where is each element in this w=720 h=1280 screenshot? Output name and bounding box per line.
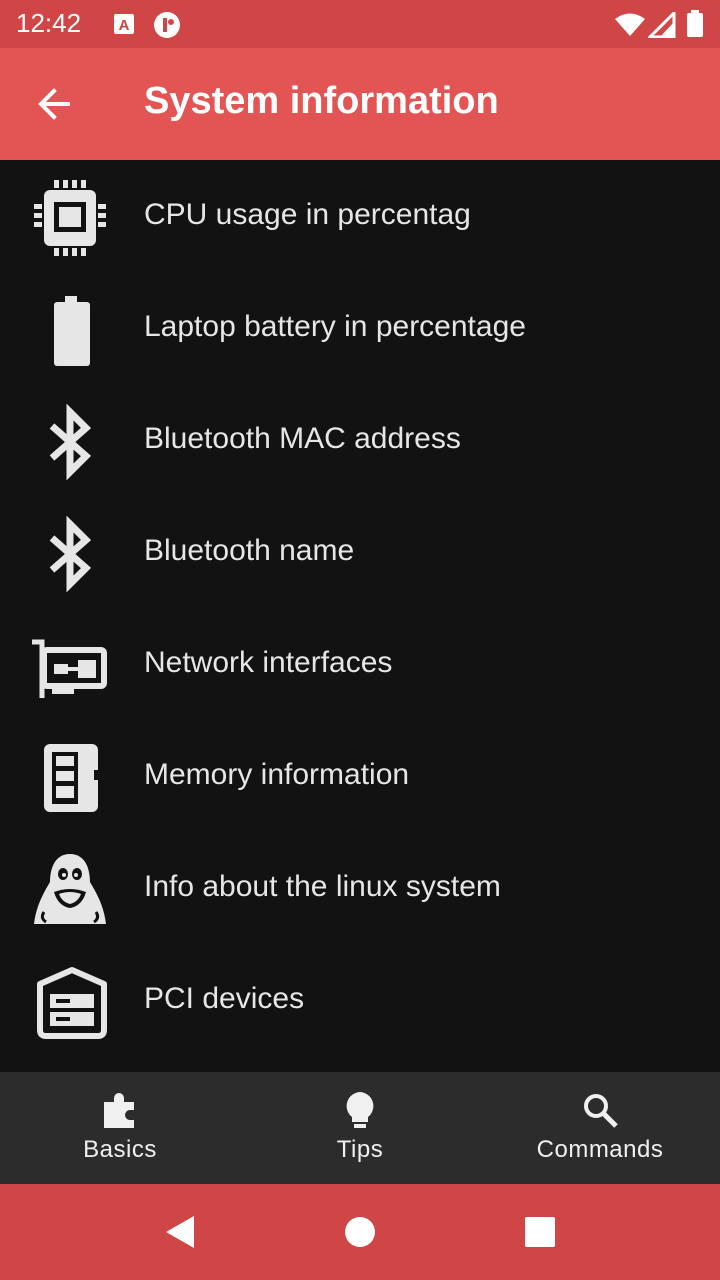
list-item-label: Bluetooth name: [144, 534, 355, 567]
puzzle-icon: [100, 1090, 140, 1130]
tab-tips[interactable]: Tips: [240, 1072, 480, 1184]
lightbulb-icon: [340, 1090, 380, 1130]
signal-icon: [646, 9, 676, 43]
list-item-label: Memory information: [144, 758, 410, 791]
recents-square-icon[interactable]: [520, 1212, 560, 1252]
app-bar: System information: [0, 48, 720, 160]
list-item-label: CPU usage in percentag: [144, 198, 471, 231]
list-item-label: Info about the linux system: [144, 870, 501, 903]
svg-text:A: A: [119, 17, 130, 34]
status-time: 12:42: [16, 8, 82, 38]
bottom-navigation: Basics Tips Commands: [0, 1072, 720, 1184]
list-item-label: Bluetooth MAC address: [144, 422, 461, 455]
status-bar: 12:42 A: [0, 0, 720, 48]
list-item-laptop-battery[interactable]: Laptop battery in percentage: [0, 272, 720, 384]
battery-icon: [686, 10, 704, 43]
bluetooth-icon: [30, 515, 110, 593]
list-item-bluetooth-mac[interactable]: Bluetooth MAC address: [0, 384, 720, 496]
wifi-icon: [614, 12, 646, 43]
battery-icon: [30, 292, 110, 368]
list-item-bluetooth-name[interactable]: Bluetooth name: [0, 496, 720, 608]
memory-icon: [30, 740, 110, 816]
pci-device-icon: [30, 964, 110, 1040]
cpu-icon: [30, 180, 110, 256]
network-card-icon: [30, 628, 110, 704]
tab-label: Commands: [536, 1136, 664, 1163]
bluetooth-icon: [30, 403, 110, 481]
list-item-linux-system-info[interactable]: Info about the linux system: [0, 832, 720, 944]
list-item-pci-devices[interactable]: PCI devices: [0, 944, 720, 1056]
list-item-label: PCI devices: [144, 982, 305, 1015]
text-a-icon: A: [112, 12, 136, 41]
arrow-back-icon[interactable]: [30, 82, 82, 126]
back-triangle-icon[interactable]: [160, 1212, 200, 1252]
list-item-memory-information[interactable]: Memory information: [0, 720, 720, 832]
tab-commands[interactable]: Commands: [480, 1072, 720, 1184]
page-title: System information: [144, 80, 499, 122]
home-circle-icon[interactable]: [340, 1212, 380, 1252]
search-icon: [580, 1090, 620, 1130]
tab-label: Basics: [83, 1136, 157, 1163]
list-item-label: Network interfaces: [144, 646, 393, 679]
list-item-cpu-usage[interactable]: CPU usage in percentag: [0, 160, 720, 272]
tab-label: Tips: [336, 1136, 384, 1163]
tab-basics[interactable]: Basics: [0, 1072, 240, 1184]
linux-tux-icon: [30, 852, 110, 928]
list-item-network-interfaces[interactable]: Network interfaces: [0, 608, 720, 720]
list-item-label: Laptop battery in percentage: [144, 310, 526, 343]
system-navigation-bar: [0, 1184, 720, 1280]
clipboard-icon: [152, 10, 182, 45]
